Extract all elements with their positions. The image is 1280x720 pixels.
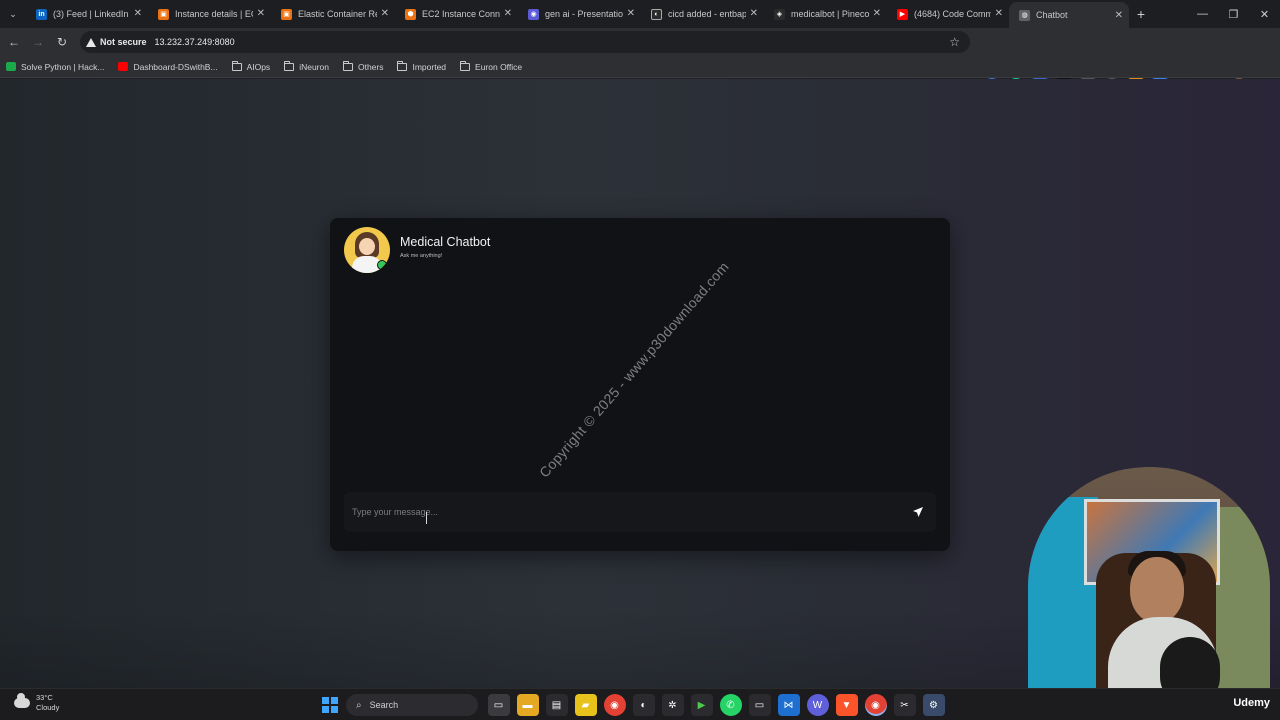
aws-icon: ⬢	[405, 8, 416, 20]
sticky-notes-icon[interactable]: ▰	[574, 694, 597, 716]
tab-ec2-instance-details[interactable]: ▣ Instance details | EC2 ✕	[148, 0, 271, 28]
settings-icon[interactable]: ⚙	[922, 694, 945, 716]
bookmarks-bar: Solve Python | Hack... Dashboard-DSwithB…	[0, 56, 1280, 78]
folder-icon	[231, 60, 242, 71]
snipping-tool-icon[interactable]: ✂	[893, 694, 916, 716]
folder-icon	[397, 60, 408, 71]
reload-icon[interactable]: ↻	[50, 30, 74, 54]
github-desktop-icon[interactable]: ◐	[632, 694, 655, 716]
security-indicator[interactable]: Not secure	[86, 37, 155, 47]
youtube-icon	[118, 62, 129, 71]
globe-icon: ◍	[1019, 9, 1030, 21]
taskbar-apps: ⌕ Search ▭ ▬ ▤ ▰ ◉ ◐ ✲ ▶ ✆ ▭ ⋈ W ▼ ◉ ✂ ⚙	[322, 693, 948, 717]
url-text[interactable]: 13.232.37.249:8080	[155, 37, 235, 47]
hackerrank-icon	[6, 62, 16, 71]
close-window-icon[interactable]: ✕	[1249, 0, 1280, 28]
webcam-overlay	[1028, 467, 1270, 712]
linkedin-icon: in	[36, 8, 47, 20]
weather-condition: Cloudy	[36, 703, 60, 712]
warning-triangle-icon	[86, 37, 96, 47]
weather-temperature: 33°C	[36, 693, 53, 702]
tab-github-cicd[interactable]: ◐ cicd added - entbapp ✕	[641, 0, 764, 28]
cloud-icon	[14, 693, 30, 708]
vscode-icon[interactable]: ⋈	[777, 694, 800, 716]
chat-header: Medical Chatbot Ask me anything!	[344, 227, 490, 273]
address-bar[interactable]: Not secure 13.232.37.249:8080 ☆	[80, 31, 970, 53]
minimize-icon[interactable]: —	[1187, 0, 1218, 28]
chat-title: Medical Chatbot	[400, 235, 491, 249]
chrome-icon[interactable]: ◉	[603, 694, 626, 716]
tab-linkedin[interactable]: in (3) Feed | LinkedIn ✕	[26, 0, 148, 28]
message-input[interactable]	[344, 492, 904, 532]
bookmark-folder[interactable]: Others	[342, 60, 383, 72]
doctor-avatar	[344, 227, 390, 273]
weather-widget[interactable]: 33°C Cloudy	[14, 693, 59, 713]
search-icon: ⌕	[356, 699, 362, 711]
bookmark-folder[interactable]: iNeuron	[284, 60, 329, 72]
window-controls: — ❐ ✕	[1187, 0, 1280, 28]
new-tab-plus-icon[interactable]: +	[1129, 6, 1153, 22]
close-tab-icon[interactable]: ✕	[627, 8, 635, 19]
whatsapp-icon[interactable]: ✆	[719, 694, 742, 716]
close-tab-icon[interactable]: ✕	[134, 8, 142, 19]
store-icon[interactable]: ▤	[545, 694, 568, 716]
close-tab-icon[interactable]: ✕	[873, 8, 881, 19]
send-button[interactable]	[904, 498, 932, 526]
terminal-icon[interactable]: ▭	[748, 694, 771, 716]
windows-start-icon[interactable]	[322, 697, 338, 713]
paper-plane-icon	[913, 507, 923, 517]
close-tab-icon[interactable]: ✕	[257, 8, 265, 19]
tab-strip: ⌄ in (3) Feed | LinkedIn ✕ ▣ Instance de…	[0, 0, 1280, 28]
pinecone-icon: ◈	[774, 8, 785, 20]
bookmark-item[interactable]: Dashboard-DSwithB...	[118, 62, 218, 72]
online-status-dot	[377, 260, 387, 270]
watermark: Copyright © 2025 - www.p30download.com	[536, 258, 732, 481]
close-tab-icon[interactable]: ✕	[381, 8, 389, 19]
browser-toolbar: ← → ↻ Not secure 13.232.37.249:8080 ☆ ● …	[0, 28, 1280, 79]
bookmark-folder[interactable]: Euron Office	[460, 60, 522, 72]
aws-icon: ▣	[158, 8, 169, 20]
brave-icon[interactable]: ▼	[835, 694, 858, 716]
tab-chatbot[interactable]: ◍ Chatbot ✕	[1009, 2, 1129, 28]
bookmark-folder[interactable]: AIOps	[231, 60, 270, 72]
settings-gear-icon[interactable]: ✲	[661, 694, 684, 716]
task-view-icon[interactable]: ▭	[487, 694, 510, 716]
presentation-icon: ◉	[528, 8, 539, 20]
close-tab-icon[interactable]: ✕	[750, 8, 758, 19]
windows-taskbar: 33°C Cloudy ⌕ Search ▭ ▬ ▤ ▰ ◉ ◐ ✲ ▶ ✆ ▭…	[0, 688, 1280, 720]
close-tab-icon[interactable]: ✕	[995, 8, 1003, 19]
bookmark-star-icon[interactable]: ☆	[949, 35, 960, 49]
forward-arrow-icon[interactable]: →	[26, 30, 50, 54]
bookmark-item[interactable]: Solve Python | Hack...	[6, 62, 104, 72]
tab-pinecone[interactable]: ◈ medicalbot | Pinecon ✕	[764, 0, 887, 28]
folder-icon	[342, 60, 353, 71]
restore-icon[interactable]: ❐	[1218, 0, 1249, 28]
tab-gen-ai-presentation[interactable]: ◉ gen ai - Presentation ✕	[518, 0, 641, 28]
text-cursor-icon	[426, 512, 427, 524]
app-icon[interactable]: W	[806, 694, 829, 716]
back-arrow-icon[interactable]: ←	[2, 30, 26, 54]
chat-subtitle: Ask me anything!	[400, 253, 443, 259]
youtube-icon: ▶	[897, 8, 908, 20]
udemy-watermark: Udemy	[1233, 697, 1270, 709]
taskbar-search[interactable]: ⌕ Search	[346, 694, 478, 716]
close-tab-icon[interactable]: ✕	[1115, 10, 1123, 21]
file-explorer-icon[interactable]: ▬	[516, 694, 539, 716]
bookmark-folder[interactable]: Imported	[397, 60, 446, 72]
tab-search-chevron-icon[interactable]: ⌄	[0, 0, 26, 28]
aws-icon: ▣	[281, 8, 292, 20]
tab-youtube[interactable]: ▶ (4684) Code Comma ✕	[887, 0, 1009, 28]
folder-icon	[284, 60, 295, 71]
tab-ec2-instance-connect[interactable]: ⬢ EC2 Instance Connect ✕	[395, 0, 518, 28]
tab-ecr[interactable]: ▣ Elastic Container Reg ✕	[271, 0, 395, 28]
message-input-row	[344, 492, 936, 532]
github-icon: ◐	[651, 8, 662, 20]
terminal-run-icon[interactable]: ▶	[690, 694, 713, 716]
folder-icon	[460, 60, 471, 71]
chat-card: Medical Chatbot Ask me anything! Copyrig…	[330, 218, 950, 551]
close-tab-icon[interactable]: ✕	[504, 8, 512, 19]
chrome-active-icon[interactable]: ◉	[864, 694, 887, 716]
